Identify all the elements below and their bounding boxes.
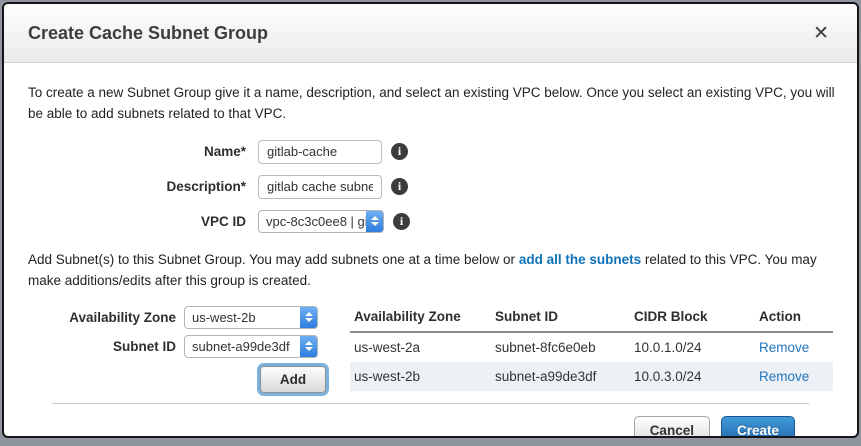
vpc-id-label: VPC ID (28, 214, 258, 229)
description-label: Description* (28, 179, 258, 194)
select-stepper-icon (300, 336, 317, 357)
add-subnets-text-before: Add Subnet(s) to this Subnet Group. You … (28, 252, 519, 267)
availability-zone-row: Availability Zone us-west-2b (28, 306, 326, 329)
subnet-picker-form: Availability Zone us-west-2b Subnet ID s… (28, 306, 326, 393)
add-button[interactable]: Add (260, 366, 326, 393)
subnet-picker-section: Availability Zone us-west-2b Subnet ID s… (28, 306, 833, 393)
cell-availability-zone: us-west-2b (350, 362, 491, 391)
subnet-id-selected-value: subnet-a99de3df (185, 339, 300, 354)
vpc-id-select[interactable]: vpc-8c3c0ee8 | gitlab (258, 210, 384, 233)
subnet-id-select[interactable]: subnet-a99de3df (184, 335, 318, 358)
add-subnets-text: Add Subnet(s) to this Subnet Group. You … (28, 250, 836, 292)
availability-zone-label: Availability Zone (28, 310, 184, 325)
table-header-row: Availability Zone Subnet ID CIDR Block A… (350, 306, 833, 332)
cell-availability-zone: us-west-2a (350, 332, 491, 362)
cell-subnet-id: subnet-8fc6e0eb (491, 332, 630, 362)
close-icon[interactable]: ✕ (809, 22, 833, 45)
select-stepper-icon (300, 307, 317, 328)
remove-link[interactable]: Remove (759, 340, 809, 355)
remove-link[interactable]: Remove (759, 369, 809, 384)
subnet-id-row: Subnet ID subnet-a99de3df (28, 335, 326, 358)
subnet-id-label: Subnet ID (28, 339, 184, 354)
intro-text: To create a new Subnet Group give it a n… (28, 83, 836, 125)
create-button[interactable]: Create (721, 416, 795, 438)
create-cache-subnet-group-dialog: Create Cache Subnet Group ✕ To create a … (2, 2, 859, 438)
vpc-id-selected-value: vpc-8c3c0ee8 | gitlab (259, 214, 366, 229)
description-input[interactable] (258, 175, 382, 199)
info-icon[interactable]: i (391, 178, 408, 195)
info-icon[interactable]: i (391, 143, 408, 160)
add-all-subnets-link[interactable]: add all the subnets (519, 252, 641, 267)
info-icon[interactable]: i (393, 213, 410, 230)
cell-cidr-block: 10.0.1.0/24 (630, 332, 755, 362)
cell-cidr-block: 10.0.3.0/24 (630, 362, 755, 391)
name-field-row: Name* i (28, 140, 833, 164)
availability-zone-selected-value: us-west-2b (185, 310, 300, 325)
col-header-action: Action (755, 306, 833, 332)
dialog-title: Create Cache Subnet Group (28, 23, 809, 44)
select-stepper-icon (366, 211, 383, 232)
description-field-row: Description* i (28, 175, 833, 199)
col-header-availability-zone: Availability Zone (350, 306, 491, 332)
cancel-button[interactable]: Cancel (634, 416, 710, 438)
cell-subnet-id: subnet-a99de3df (491, 362, 630, 391)
vpc-field-row: VPC ID vpc-8c3c0ee8 | gitlab i (28, 210, 833, 233)
name-label: Name* (28, 144, 258, 159)
table-row: us-west-2b subnet-a99de3df 10.0.3.0/24 R… (350, 362, 833, 391)
dialog-footer: Cancel Create (28, 404, 833, 438)
dialog-header: Create Cache Subnet Group ✕ (4, 4, 857, 63)
table-row: us-west-2a subnet-8fc6e0eb 10.0.1.0/24 R… (350, 332, 833, 362)
availability-zone-select[interactable]: us-west-2b (184, 306, 318, 329)
col-header-subnet-id: Subnet ID (491, 306, 630, 332)
dialog-body: To create a new Subnet Group give it a n… (4, 63, 857, 438)
col-header-cidr-block: CIDR Block (630, 306, 755, 332)
name-input[interactable] (258, 140, 382, 164)
subnets-table: Availability Zone Subnet ID CIDR Block A… (350, 306, 833, 391)
